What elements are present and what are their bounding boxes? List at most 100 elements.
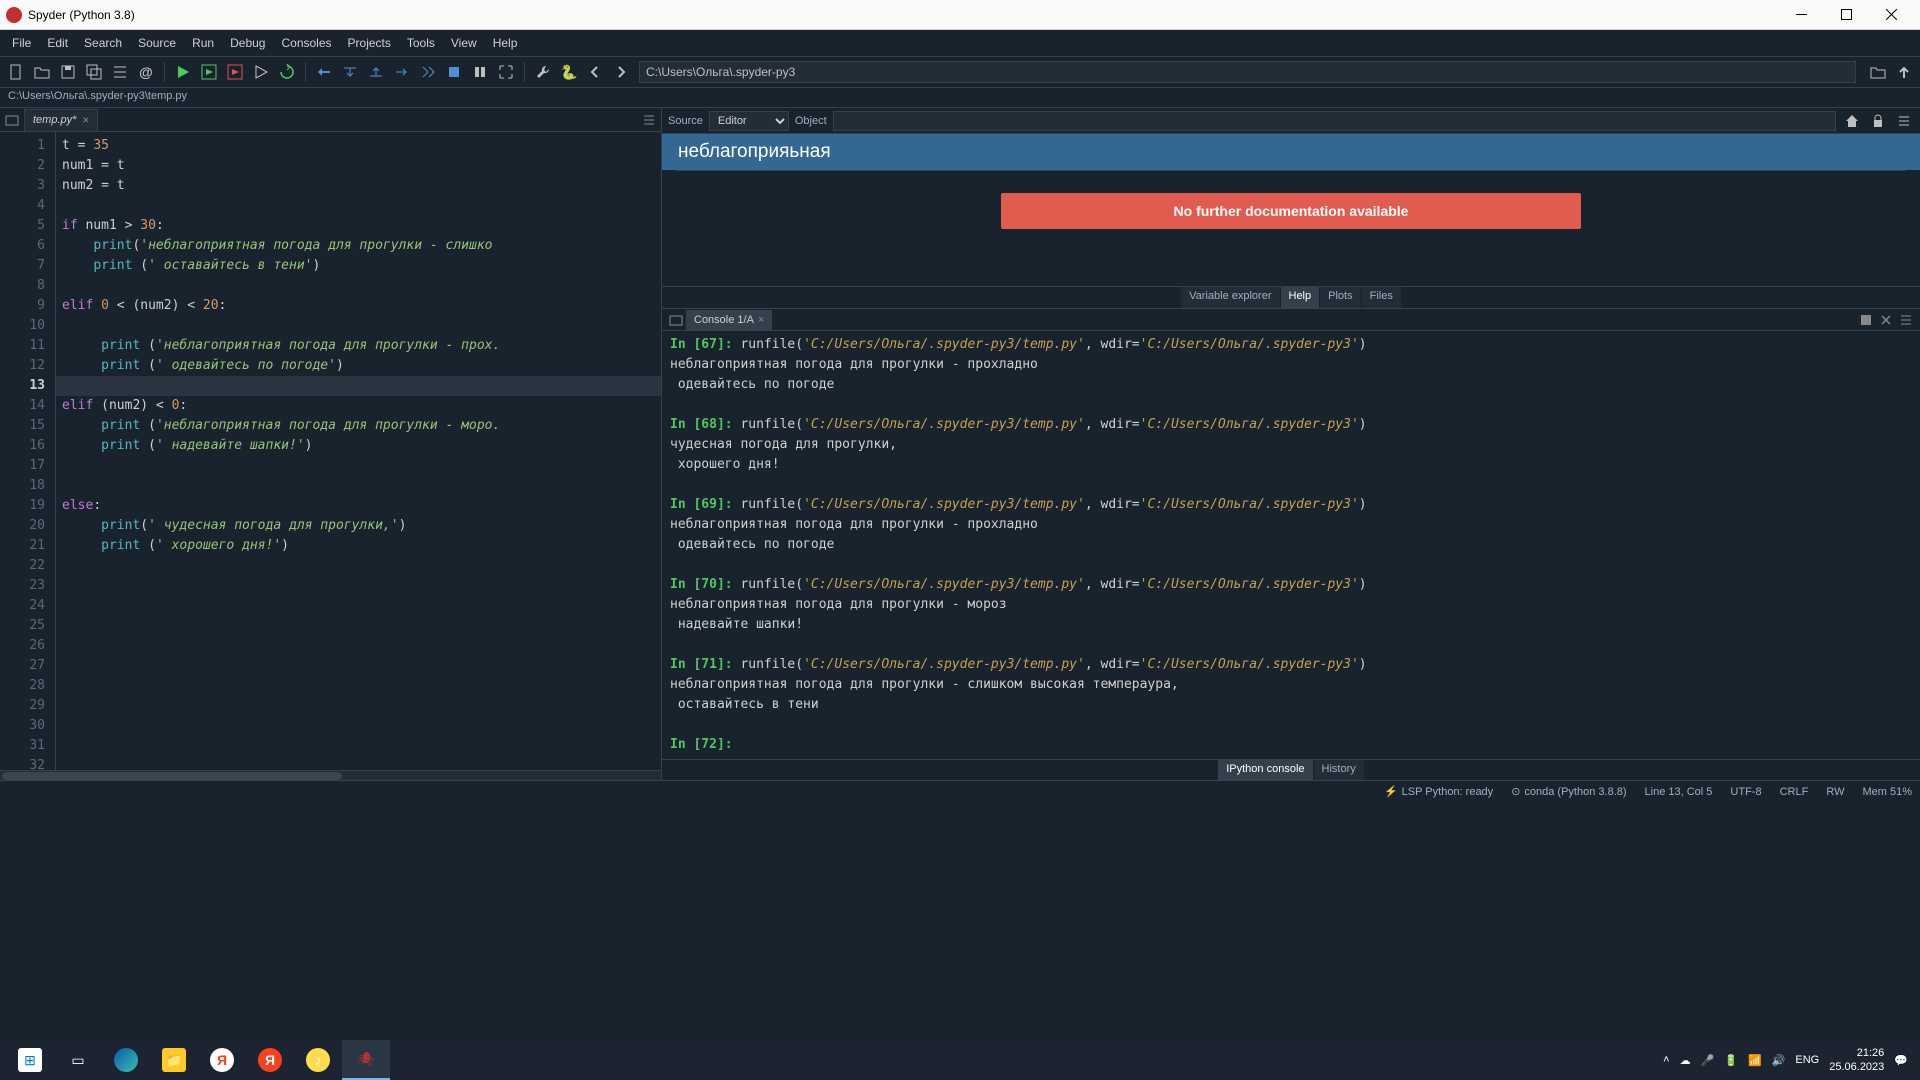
status-lsp[interactable]: ⚡LSP Python: ready	[1384, 785, 1493, 798]
debug-step-over-icon[interactable]	[312, 60, 336, 84]
yandex-taskbar-icon[interactable]: Я	[198, 1040, 246, 1080]
console-clear-icon[interactable]	[1876, 310, 1896, 330]
menu-search[interactable]: Search	[76, 32, 130, 54]
menu-edit[interactable]: Edit	[39, 32, 76, 54]
close-button[interactable]	[1869, 0, 1914, 30]
tab-plots[interactable]: Plots	[1320, 287, 1360, 308]
editor-tab-label: temp.py*	[33, 114, 76, 126]
help-options-icon[interactable]	[1894, 111, 1914, 131]
window-title: Spyder (Python 3.8)	[28, 8, 1779, 22]
tray-volume-icon[interactable]: 🔊	[1772, 1054, 1786, 1067]
toolbar: @ 🐍 C:\Users\Ольга\.spyder-py3	[0, 57, 1920, 88]
maximize-pane-icon[interactable]	[494, 60, 518, 84]
save-all-icon[interactable]	[82, 60, 106, 84]
editor-h-scrollbar[interactable]	[0, 770, 661, 780]
edge-taskbar-icon[interactable]	[102, 1040, 150, 1080]
run-selection-icon[interactable]	[249, 60, 273, 84]
start-button[interactable]: ⊞	[6, 1040, 54, 1080]
help-home-icon[interactable]	[1842, 111, 1862, 131]
debug-step-out-icon[interactable]	[364, 60, 388, 84]
working-dir-field[interactable]: C:\Users\Ольга\.spyder-py3	[639, 61, 1856, 83]
spyder-app-icon	[6, 7, 22, 23]
menu-help[interactable]: Help	[485, 32, 526, 54]
status-perm[interactable]: RW	[1826, 786, 1844, 798]
help-source-select[interactable]: Editor	[709, 111, 789, 131]
menu-debug[interactable]: Debug	[222, 32, 273, 54]
python-path-icon[interactable]: 🐍	[557, 60, 581, 84]
debug-step-into-icon[interactable]	[338, 60, 362, 84]
status-eol[interactable]: CRLF	[1780, 786, 1809, 798]
menu-run[interactable]: Run	[184, 32, 222, 54]
menu-consoles[interactable]: Consoles	[273, 32, 339, 54]
at-icon[interactable]: @	[134, 60, 158, 84]
spyder-taskbar-icon[interactable]: 🕷	[342, 1040, 390, 1080]
menu-view[interactable]: View	[443, 32, 485, 54]
tray-battery-icon[interactable]: 🔋	[1724, 1054, 1738, 1067]
run-file-icon[interactable]	[171, 60, 195, 84]
task-view-button[interactable]: ▭	[54, 1040, 102, 1080]
tray-notifications-icon[interactable]: 💬	[1894, 1054, 1908, 1067]
list-icon[interactable]	[108, 60, 132, 84]
menu-tools[interactable]: Tools	[399, 32, 443, 54]
status-encoding[interactable]: UTF-8	[1730, 786, 1761, 798]
help-lock-icon[interactable]	[1868, 111, 1888, 131]
tray-onedrive-icon[interactable]: ☁	[1680, 1054, 1691, 1067]
tab-history[interactable]: History	[1314, 760, 1364, 780]
help-object-label: Object	[795, 115, 827, 127]
tray-language[interactable]: ENG	[1795, 1054, 1819, 1066]
explorer-taskbar-icon[interactable]: 📁	[150, 1040, 198, 1080]
tray-clock[interactable]: 21:26 25.06.2023	[1829, 1046, 1884, 1074]
console-browse-icon[interactable]	[666, 310, 686, 330]
line-gutter: 1234567891011121314151617181920212223242…	[0, 132, 56, 770]
file-path-bar: C:\Users\Ольга\.spyder-py3\temp.py	[0, 88, 1920, 108]
console-bottom-tabs: IPython console History	[662, 759, 1920, 780]
help-panel: Source Editor Object неблагоприяьная No …	[662, 108, 1920, 309]
help-object-field[interactable]	[833, 111, 1836, 131]
debug-skip-icon[interactable]	[416, 60, 440, 84]
tab-ipython-console[interactable]: IPython console	[1218, 760, 1312, 780]
menu-projects[interactable]: Projects	[340, 32, 399, 54]
statusbar: ⚡LSP Python: ready ⊙conda (Python 3.8.8)…	[0, 780, 1920, 802]
windows-taskbar: ⊞ ▭ 📁 Я Я ♪ 🕷 ˄ ☁ 🎤 🔋 📶 🔊 ENG 21:26 25.0…	[0, 1040, 1920, 1080]
status-mem[interactable]: Mem 51%	[1862, 786, 1912, 798]
debug-continue-icon[interactable]	[390, 60, 414, 84]
parent-dir-icon[interactable]	[1892, 60, 1916, 84]
new-file-icon[interactable]	[4, 60, 28, 84]
console-options-icon[interactable]	[1896, 310, 1916, 330]
console-tab-close-icon[interactable]: ×	[758, 314, 764, 326]
menu-source[interactable]: Source	[130, 32, 184, 54]
wrench-icon[interactable]	[531, 60, 555, 84]
back-icon[interactable]	[583, 60, 607, 84]
open-file-icon[interactable]	[30, 60, 54, 84]
browse-dir-icon[interactable]	[1866, 60, 1890, 84]
tab-files[interactable]: Files	[1362, 287, 1401, 308]
tab-help[interactable]: Help	[1281, 287, 1320, 308]
console-tab[interactable]: Console 1/A ×	[686, 310, 772, 330]
yandex-red-taskbar-icon[interactable]: Я	[246, 1040, 294, 1080]
run-cell-icon[interactable]	[197, 60, 221, 84]
forward-icon[interactable]	[609, 60, 633, 84]
yandex-music-taskbar-icon[interactable]: ♪	[294, 1040, 342, 1080]
status-conda[interactable]: ⊙conda (Python 3.8.8)	[1511, 785, 1626, 798]
rerun-icon[interactable]	[275, 60, 299, 84]
tray-mic-icon[interactable]: 🎤	[1701, 1054, 1715, 1067]
debug-pause-icon[interactable]	[468, 60, 492, 84]
editor-options-icon[interactable]	[637, 109, 661, 131]
tab-browse-icon[interactable]	[0, 109, 24, 131]
console-output[interactable]: In [67]: runfile('C:/Users/Ольга/.spyder…	[662, 331, 1920, 759]
status-cursor[interactable]: Line 13, Col 5	[1645, 786, 1713, 798]
run-cell-advance-icon[interactable]	[223, 60, 247, 84]
maximize-button[interactable]	[1824, 0, 1869, 30]
save-icon[interactable]	[56, 60, 80, 84]
debug-stop-icon[interactable]	[442, 60, 466, 84]
menu-file[interactable]: File	[4, 32, 39, 54]
tab-variable-explorer[interactable]: Variable explorer	[1181, 287, 1279, 308]
tray-wifi-icon[interactable]: 📶	[1748, 1054, 1762, 1067]
code-content[interactable]: t = 35 num1 = t num2 = t if num1 > 30: p…	[56, 132, 661, 770]
tray-chevron-up-icon[interactable]: ˄	[1663, 1054, 1669, 1066]
minimize-button[interactable]	[1779, 0, 1824, 30]
editor-code-area[interactable]: 1234567891011121314151617181920212223242…	[0, 132, 661, 770]
close-tab-icon[interactable]: ×	[82, 113, 89, 127]
console-stop-icon[interactable]	[1856, 310, 1876, 330]
editor-tab-temp[interactable]: temp.py* ×	[24, 109, 98, 131]
